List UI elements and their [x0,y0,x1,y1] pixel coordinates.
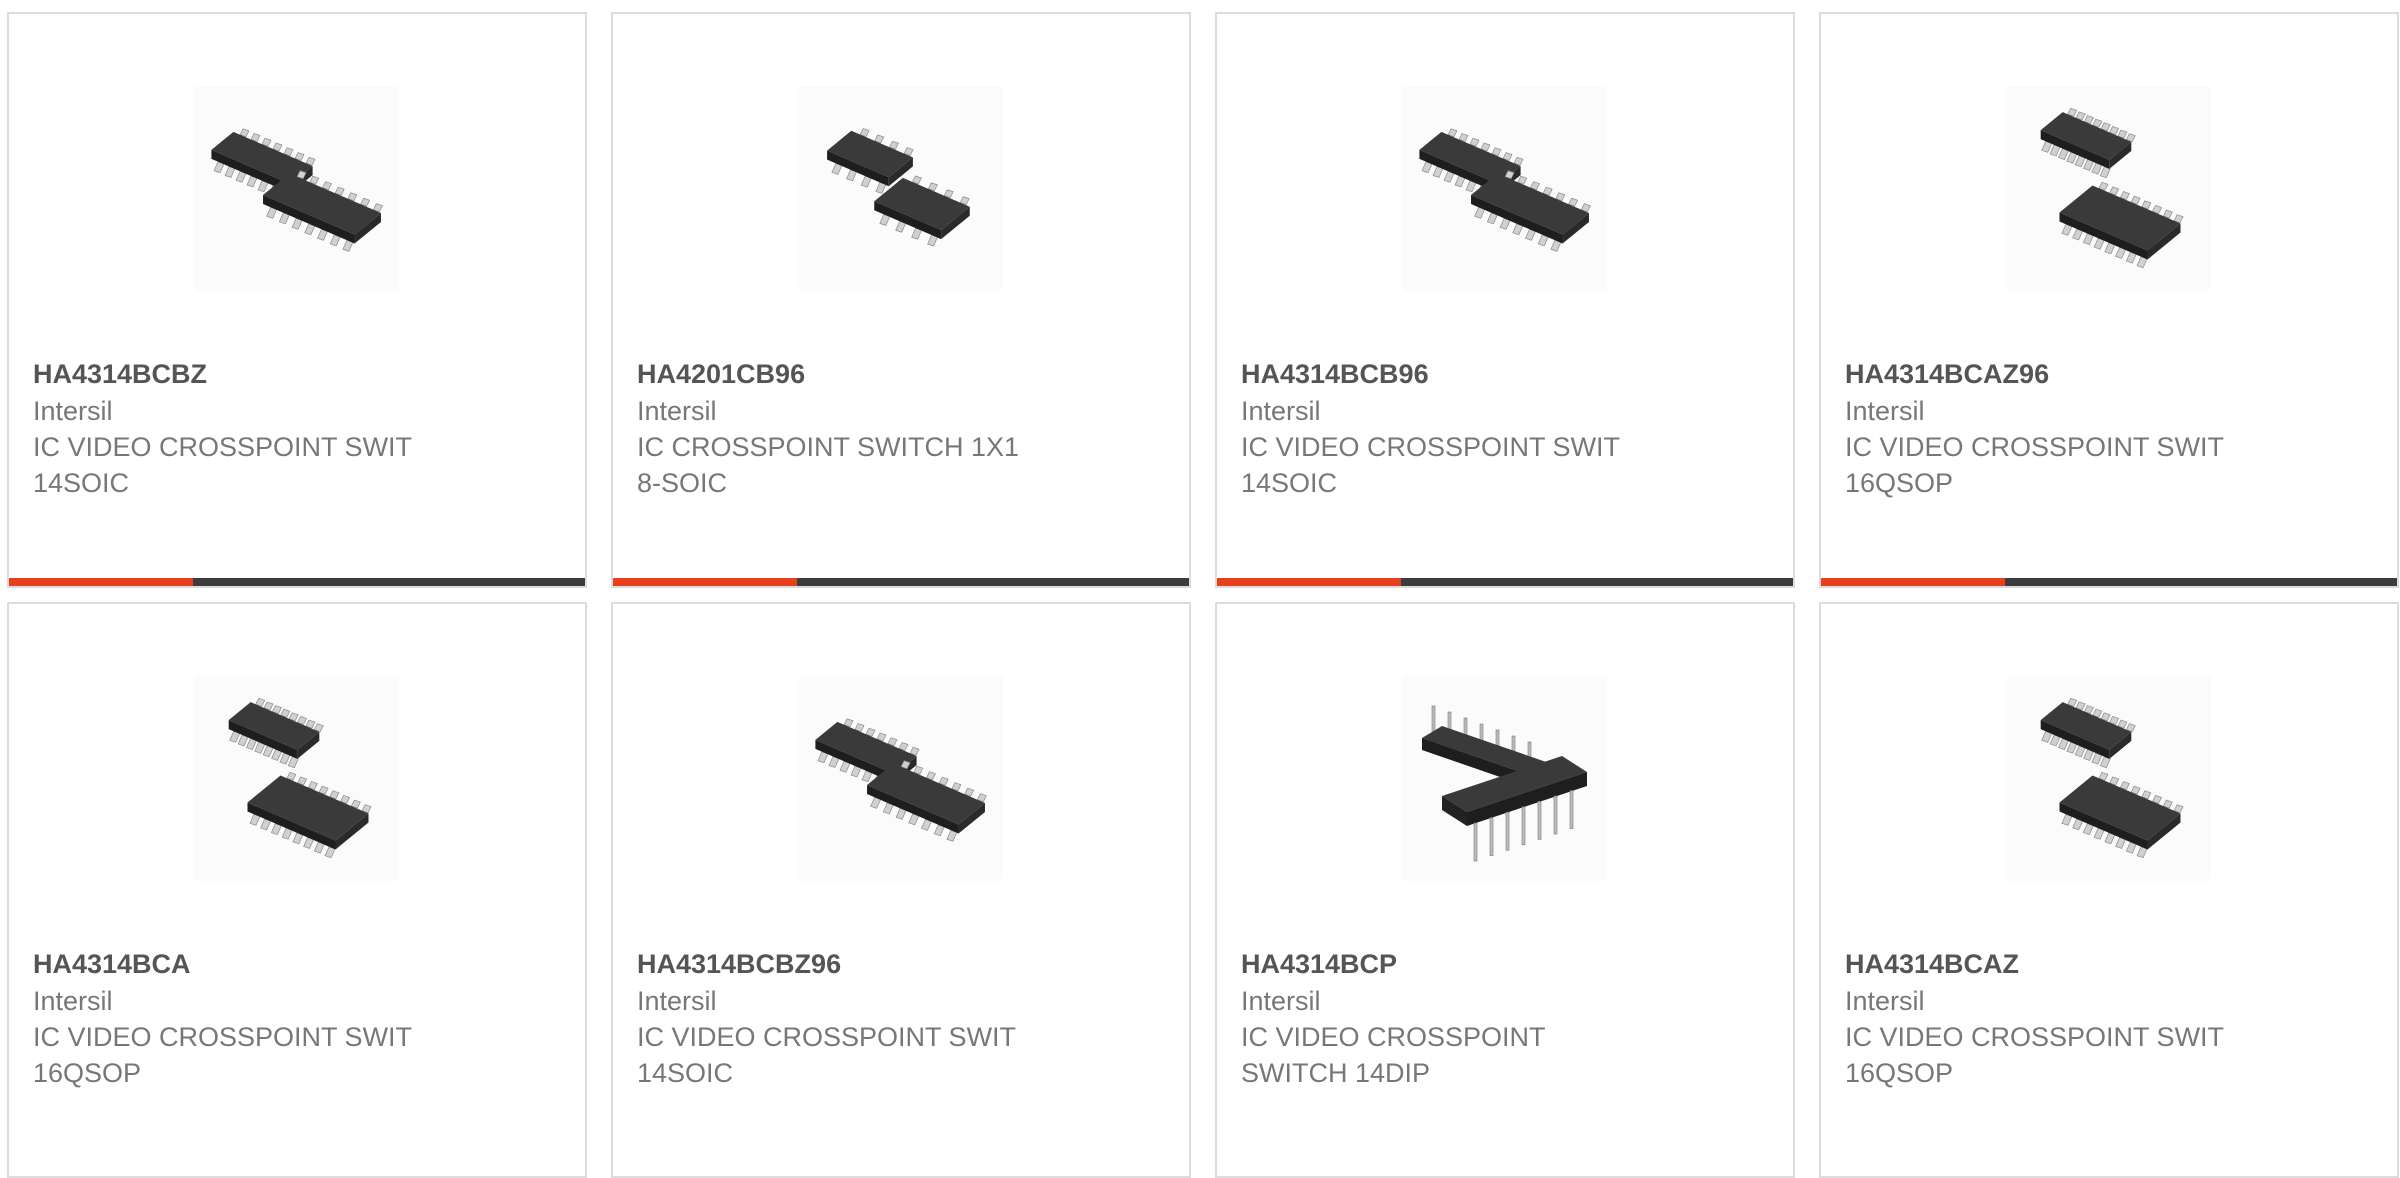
description-line: 16QSOP [33,1058,142,1088]
progress-bar-fill [9,578,194,586]
part-number[interactable]: HA4314BCAZ [1845,946,2019,982]
description: IC VIDEO CROSSPOINT SWIT 16QSOP [33,1019,453,1091]
description-line: IC CROSSPOINT SWITCH 1X1 [637,432,1020,462]
part-number[interactable]: HA4314BCAZ96 [1845,356,2049,392]
progress-bar-fill [613,578,798,586]
progress-bar-fill [1821,578,2006,586]
manufacturer: Intersil [1241,986,1321,1016]
part-number[interactable]: HA4314BCA [33,946,191,982]
description-line: IC VIDEO CROSSPOINT SWIT [33,432,413,462]
progress-bar-fill [1217,578,1402,586]
description-line: IC VIDEO CROSSPOINT SWIT [1241,432,1621,462]
description-line: 14SOIC [637,1058,734,1088]
soic-8-chip-icon [798,86,1003,291]
description: IC VIDEO CROSSPOINT SWITCH 14DIP [1241,1019,1661,1091]
description: IC VIDEO CROSSPOINT SWIT 14SOIC [33,429,453,501]
product-card[interactable]: HA4314BCBZ96 Intersil IC VIDEO CROSSPOIN… [611,602,1191,1178]
description-line: 14SOIC [1241,468,1338,498]
description-line: 8-SOIC [637,468,728,498]
description-line: 16QSOP [1845,468,1954,498]
description-line: SWITCH 14DIP [1241,1058,1431,1088]
manufacturer: Intersil [33,396,113,426]
progress-bar [1217,578,1793,586]
dip-14-chip-icon [1402,676,1607,881]
description-line: IC VIDEO CROSSPOINT SWIT [1845,432,2225,462]
part-number[interactable]: HA4314BCBZ [33,356,207,392]
part-number[interactable]: HA4314BCBZ96 [637,946,841,982]
product-card[interactable]: HA4314BCBZ Intersil IC VIDEO CROSSPOINT … [7,12,587,588]
description: IC VIDEO CROSSPOINT SWIT 14SOIC [637,1019,1057,1091]
manufacturer: Intersil [637,986,717,1016]
progress-bar [9,578,585,586]
description: IC VIDEO CROSSPOINT SWIT 16QSOP [1845,429,2265,501]
soic-14-chip-icon [194,86,399,291]
manufacturer: Intersil [1845,986,1925,1016]
description: IC CROSSPOINT SWITCH 1X1 8-SOIC [637,429,1057,501]
product-card[interactable]: HA4314BCA Intersil IC VIDEO CROSSPOINT S… [7,602,587,1178]
description-line: 14SOIC [33,468,130,498]
part-number[interactable]: HA4201CB96 [637,356,805,392]
description: IC VIDEO CROSSPOINT SWIT 16QSOP [1845,1019,2265,1091]
qsop-16-chip-icon [194,676,399,881]
product-card[interactable]: HA4201CB96 Intersil IC CROSSPOINT SWITCH… [611,12,1191,588]
soic-14-chip-icon [1402,86,1607,291]
part-number[interactable]: HA4314BCB96 [1241,356,1429,392]
product-grid: HA4314BCBZ Intersil IC VIDEO CROSSPOINT … [0,0,2400,1178]
description-line: IC VIDEO CROSSPOINT SWIT [33,1022,413,1052]
qsop-16-chip-icon [2006,86,2211,291]
manufacturer: Intersil [33,986,113,1016]
qsop-16-chip-icon [2006,676,2211,881]
product-card[interactable]: HA4314BCP Intersil IC VIDEO CROSSPOINT S… [1215,602,1795,1178]
progress-bar [1821,578,2397,586]
product-card[interactable]: HA4314BCAZ Intersil IC VIDEO CROSSPOINT … [1819,602,2399,1178]
description-line: IC VIDEO CROSSPOINT SWIT [637,1022,1017,1052]
product-card[interactable]: HA4314BCAZ96 Intersil IC VIDEO CROSSPOIN… [1819,12,2399,588]
description-line: IC VIDEO CROSSPOINT SWIT [1845,1022,2225,1052]
part-number[interactable]: HA4314BCP [1241,946,1397,982]
description: IC VIDEO CROSSPOINT SWIT 14SOIC [1241,429,1661,501]
progress-bar [613,578,1189,586]
manufacturer: Intersil [1845,396,1925,426]
description-line: 16QSOP [1845,1058,1954,1088]
soic-14-chip-icon [798,676,1003,881]
manufacturer: Intersil [1241,396,1321,426]
description-line: IC VIDEO CROSSPOINT [1241,1022,1546,1052]
product-card[interactable]: HA4314BCB96 Intersil IC VIDEO CROSSPOINT… [1215,12,1795,588]
manufacturer: Intersil [637,396,717,426]
